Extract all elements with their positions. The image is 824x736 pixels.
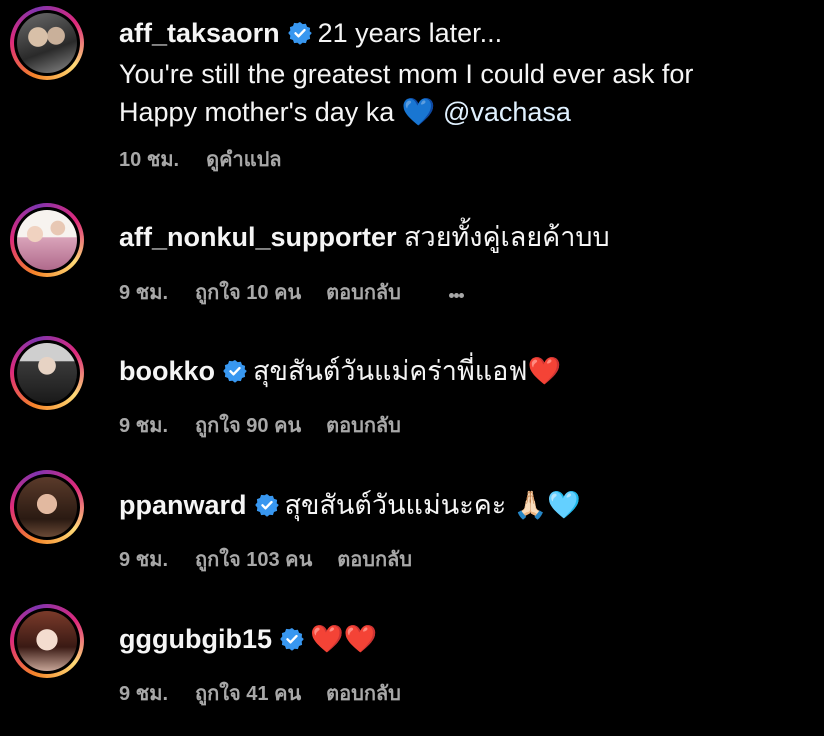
avatar [17,477,77,537]
reply-button[interactable]: ตอบกลับ [326,276,401,308]
comment-text: 21 years later... [317,18,503,48]
more-horizontal-icon[interactable] [448,281,464,304]
comment-username[interactable]: ppanward [119,490,247,520]
comment-text: Happy mother's day ka [119,97,395,127]
comment-username[interactable]: aff_nonkul_supporter [119,222,397,252]
comment-time: 9 ชม. [119,683,168,705]
avatar [17,210,77,270]
likes-count[interactable]: ถูกใจ 103 คน [195,543,312,575]
comment-time: 9 ชม. [119,549,168,571]
verified-badge-icon [287,17,312,55]
comment-time: 10 ชม. [119,149,180,171]
avatar [17,611,77,671]
reply-button[interactable]: ตอบกลับ [326,677,401,709]
reply-button[interactable]: ตอบกลับ [326,409,401,441]
comment-text: ❤️❤️ [309,624,378,654]
comment-time: 9 ชม. [119,282,168,304]
likes-count[interactable]: ถูกใจ 10 คน [195,276,301,308]
see-translation-button[interactable]: ดูคำแปล [206,143,281,175]
mention-link[interactable]: @vachasa [443,97,571,127]
comment-text: สุขสันต์วันแม่คร่าพี่แอฟ❤️ [253,356,562,386]
likes-count[interactable]: ถูกใจ 90 คน [195,409,301,441]
comment-time: 9 ชม. [119,415,168,437]
avatar [17,13,77,73]
avatar-story-ring[interactable] [10,203,84,277]
avatar [17,343,77,403]
comment-username[interactable]: bookko [119,356,215,386]
comment-username[interactable]: aff_taksaorn [119,18,280,48]
reply-button[interactable]: ตอบกลับ [337,543,412,575]
comment-text: สุขสันต์วันแม่นะคะ 🙏🏻🩵 [284,490,582,520]
verified-badge-icon [223,355,247,393]
verified-badge-icon [280,623,304,661]
verified-badge-icon [254,489,279,527]
comment-text: สวยทั้งคู่เลยค้าบบ [404,222,610,252]
avatar-story-ring[interactable] [10,604,84,678]
avatar-story-ring[interactable] [10,6,84,80]
avatar-story-ring[interactable] [10,470,84,544]
likes-count[interactable]: ถูกใจ 41 คน [195,677,301,709]
comment-username[interactable]: gggubgib15 [119,624,272,654]
avatar-story-ring[interactable] [10,336,84,410]
blue-heart-emoji: 💙 [401,97,436,127]
comment-text: You're still the greatest mom I could ev… [119,59,694,89]
